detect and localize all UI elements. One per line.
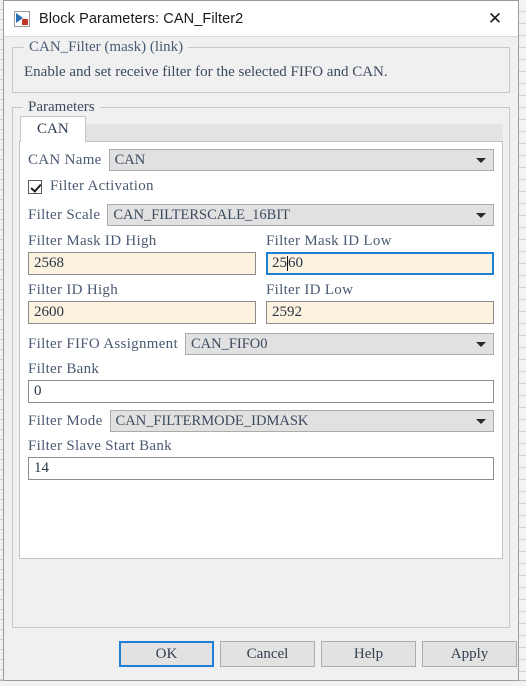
filter-bank-input[interactable]: 0 bbox=[28, 380, 494, 403]
can-name-select-value: CAN bbox=[114, 151, 146, 168]
mask-description-text: Enable and set receive filter for the se… bbox=[24, 64, 388, 80]
tab-panel-can: CAN Name CAN Filter Activation Filter Sc… bbox=[19, 141, 503, 559]
row-filter-mode: Filter Mode CAN_FILTERMODE_IDMASK bbox=[28, 410, 494, 432]
field-filter-mask-id-low: Filter Mask ID Low 25 60 bbox=[266, 232, 494, 275]
help-button[interactable]: Help bbox=[321, 641, 416, 667]
label-filter-mask-id-high: Filter Mask ID High bbox=[28, 233, 157, 249]
text-caret bbox=[287, 256, 288, 271]
dialog-title: Block Parameters: CAN_Filter2 bbox=[39, 10, 244, 27]
tab-strip-filler bbox=[85, 124, 503, 142]
cancel-button[interactable]: Cancel bbox=[220, 641, 315, 667]
filter-id-low-value: 2592 bbox=[272, 304, 302, 320]
filter-slave-start-bank-value: 14 bbox=[34, 460, 49, 476]
apply-button[interactable]: Apply bbox=[422, 641, 517, 667]
close-icon[interactable]: ✕ bbox=[472, 1, 518, 36]
filter-mask-id-high-value: 2568 bbox=[34, 255, 64, 271]
background-content-right-strip bbox=[518, 0, 526, 686]
chevron-down-icon bbox=[476, 342, 486, 347]
label-filter-id-high: Filter ID High bbox=[28, 282, 119, 298]
field-filter-mask-id-high: Filter Mask ID High 2568 bbox=[28, 232, 256, 275]
filter-mask-id-low-value-after-caret: 60 bbox=[288, 255, 303, 271]
filter-activation-checkbox[interactable] bbox=[28, 179, 42, 194]
label-filter-slave-start-bank: Filter Slave Start Bank bbox=[28, 438, 172, 454]
label-filter-id-low: Filter ID Low bbox=[266, 282, 354, 298]
label-filter-bank: Filter Bank bbox=[28, 361, 100, 377]
filter-id-low-input[interactable]: 2592 bbox=[266, 301, 494, 324]
field-filter-bank: Filter Bank 0 bbox=[28, 361, 494, 403]
filter-scale-select-value: CAN_FILTERSCALE_16BIT bbox=[113, 206, 291, 223]
filter-fifo-assignment-select[interactable]: CAN_FIFO0 bbox=[184, 333, 494, 355]
field-filter-slave-start-bank: Filter Slave Start Bank 14 bbox=[28, 438, 494, 480]
row-filter-mask-ids: Filter Mask ID High 2568 Filter Mask ID … bbox=[28, 232, 494, 275]
row-filter-fifo-assignment: Filter FIFO Assignment CAN_FIFO0 bbox=[28, 333, 494, 355]
field-filter-id-high: Filter ID High 2600 bbox=[28, 281, 256, 324]
filter-bank-value: 0 bbox=[34, 383, 42, 399]
ok-button[interactable]: OK bbox=[119, 641, 214, 667]
filter-scale-select[interactable]: CAN_FILTERSCALE_16BIT bbox=[107, 204, 494, 226]
tab-can[interactable]: CAN bbox=[20, 116, 86, 142]
label-filter-mode: Filter Mode bbox=[28, 412, 103, 429]
filter-slave-start-bank-input[interactable]: 14 bbox=[28, 457, 494, 480]
row-can-name: CAN Name CAN bbox=[28, 149, 494, 171]
mask-description-group: CAN_Filter (mask) (link) Enable and set … bbox=[12, 39, 510, 93]
row-filter-ids: Filter ID High 2600 Filter ID Low 2592 bbox=[28, 281, 494, 324]
row-filter-activation: Filter Activation bbox=[28, 178, 494, 195]
filter-mode-select-value: CAN_FILTERMODE_IDMASK bbox=[115, 412, 309, 429]
field-filter-id-low: Filter ID Low 2592 bbox=[266, 281, 494, 324]
label-filter-mask-id-low: Filter Mask ID Low bbox=[266, 233, 392, 249]
mask-group-title: CAN_Filter (mask) (link) bbox=[24, 39, 189, 56]
row-filter-scale: Filter Scale CAN_FILTERSCALE_16BIT bbox=[28, 204, 494, 226]
label-filter-activation: Filter Activation bbox=[50, 178, 154, 194]
filter-id-high-input[interactable]: 2600 bbox=[28, 301, 256, 324]
simulink-block-icon-square bbox=[22, 18, 28, 25]
dialog-button-bar: OK Cancel Help Apply bbox=[4, 628, 518, 680]
tab-strip: CAN bbox=[20, 116, 503, 142]
can-name-select[interactable]: CAN bbox=[108, 149, 494, 171]
chevron-down-icon bbox=[476, 158, 486, 163]
filter-mode-select[interactable]: CAN_FILTERMODE_IDMASK bbox=[109, 410, 494, 432]
filter-fifo-assignment-select-value: CAN_FIFO0 bbox=[190, 335, 268, 352]
filter-mask-id-low-input[interactable]: 25 60 bbox=[266, 252, 494, 275]
parameters-group: Parameters CAN CAN Name CAN Filter Activ… bbox=[12, 99, 510, 628]
parameters-group-title: Parameters bbox=[23, 99, 100, 116]
filter-mask-id-high-input[interactable]: 2568 bbox=[28, 252, 256, 275]
label-filter-fifo-assignment: Filter FIFO Assignment bbox=[28, 335, 178, 352]
label-filter-scale: Filter Scale bbox=[28, 206, 101, 223]
dialog-titlebar: Block Parameters: CAN_Filter2 ✕ bbox=[4, 1, 518, 37]
block-parameters-dialog: Block Parameters: CAN_Filter2 ✕ CAN_Filt… bbox=[3, 0, 519, 681]
chevron-down-icon bbox=[476, 213, 486, 218]
filter-mask-id-low-value-before-caret: 25 bbox=[272, 255, 287, 271]
filter-id-high-value: 2600 bbox=[34, 304, 64, 320]
chevron-down-icon bbox=[476, 419, 486, 424]
simulink-block-icon bbox=[14, 10, 30, 27]
label-can-name: CAN Name bbox=[28, 151, 102, 168]
